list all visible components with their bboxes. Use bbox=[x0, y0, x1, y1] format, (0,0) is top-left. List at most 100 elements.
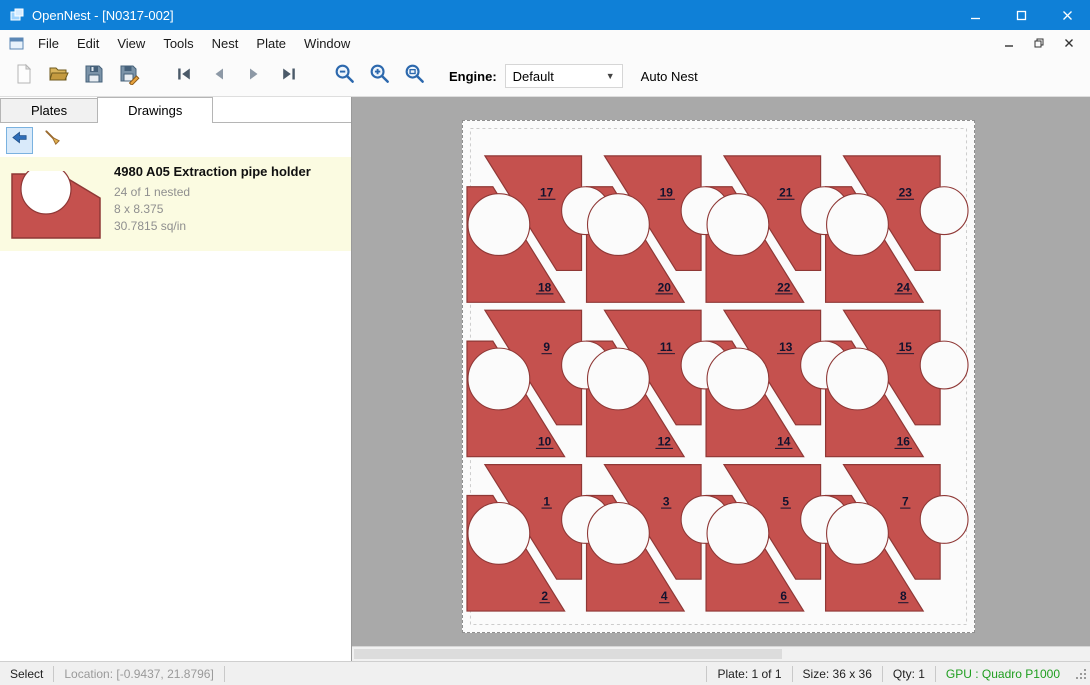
new-button[interactable] bbox=[8, 60, 40, 92]
part-number-label: 15 bbox=[899, 340, 913, 354]
tab-drawings[interactable]: Drawings bbox=[97, 97, 213, 123]
toolbar-separator bbox=[148, 60, 168, 92]
part-number-label: 23 bbox=[899, 186, 913, 200]
menu-item-tools[interactable]: Tools bbox=[154, 32, 202, 55]
zoom-in-button[interactable] bbox=[363, 60, 395, 92]
part-cradle-hole bbox=[707, 348, 769, 410]
first-plate-button[interactable] bbox=[168, 60, 200, 92]
open-icon bbox=[48, 63, 70, 90]
menubar: File Edit View Tools Nest Plate Window bbox=[0, 30, 1090, 56]
part-number-label: 20 bbox=[658, 280, 672, 294]
status-plate: Plate: 1 of 1 bbox=[707, 667, 791, 681]
menu-item-view[interactable]: View bbox=[108, 32, 154, 55]
menu-item-edit[interactable]: Edit bbox=[68, 32, 108, 55]
part-number-label: 10 bbox=[538, 435, 552, 449]
send-to-nest-icon bbox=[10, 128, 29, 152]
clean-button[interactable] bbox=[39, 127, 66, 154]
part-number-label: 11 bbox=[660, 340, 673, 354]
horizontal-scrollbar[interactable] bbox=[352, 646, 1090, 661]
plate[interactable]: 171819202122232491011121314151612345678 bbox=[462, 120, 975, 633]
open-button[interactable] bbox=[43, 60, 75, 92]
previous-plate-button[interactable] bbox=[203, 60, 235, 92]
part-cradle-hole bbox=[468, 348, 530, 410]
zoom-in-icon bbox=[368, 62, 391, 90]
status-mode: Select bbox=[0, 667, 53, 681]
drawing-list-item[interactable]: 4980 A05 Extraction pipe holder 24 of 1 … bbox=[0, 157, 351, 251]
tab-plates[interactable]: Plates bbox=[0, 98, 98, 122]
last-plate-button[interactable] bbox=[273, 60, 305, 92]
status-separator bbox=[224, 666, 225, 682]
save-button[interactable] bbox=[78, 60, 110, 92]
chevron-down-icon: ▼ bbox=[606, 71, 615, 81]
part-cradle-hole bbox=[920, 496, 968, 544]
new-icon bbox=[13, 63, 35, 90]
window-title: OpenNest - [N0317-002] bbox=[32, 8, 174, 23]
zoom-fit-button[interactable] bbox=[398, 60, 430, 92]
zoom-fit-icon bbox=[403, 62, 426, 90]
part-thumbnail bbox=[8, 162, 104, 242]
send-to-nest-button[interactable] bbox=[6, 127, 33, 154]
part-number-label: 4 bbox=[661, 589, 668, 603]
part-cradle-hole bbox=[827, 194, 889, 256]
mdi-minimize-button[interactable] bbox=[996, 33, 1022, 53]
part-number-label: 6 bbox=[780, 589, 787, 603]
status-gpu: GPU : Quadro P1000 bbox=[936, 667, 1070, 681]
part-number-label: 3 bbox=[663, 494, 670, 508]
window-controls bbox=[952, 0, 1090, 30]
status-qty: Qty: 1 bbox=[883, 667, 935, 681]
sidebar: Plates Drawings bbox=[0, 97, 352, 661]
maximize-button[interactable] bbox=[998, 0, 1044, 30]
drawings-toolbar bbox=[0, 123, 351, 157]
menu-item-plate[interactable]: Plate bbox=[247, 32, 295, 55]
save-as-button[interactable] bbox=[113, 60, 145, 92]
previous-icon bbox=[210, 65, 228, 88]
mdi-close-button[interactable] bbox=[1056, 33, 1082, 53]
part-cradle-hole bbox=[920, 341, 968, 389]
part-number-label: 16 bbox=[897, 435, 911, 449]
part-number-label: 21 bbox=[779, 186, 793, 200]
menu-item-window[interactable]: Window bbox=[295, 32, 359, 55]
mdi-restore-button[interactable] bbox=[1026, 33, 1052, 53]
part-number-label: 19 bbox=[660, 186, 674, 200]
part-number-label: 24 bbox=[897, 280, 911, 294]
part-number-label: 13 bbox=[779, 340, 793, 354]
menu-item-nest[interactable]: Nest bbox=[203, 32, 248, 55]
next-icon bbox=[245, 65, 263, 88]
engine-label: Engine: bbox=[449, 69, 497, 84]
save-icon bbox=[83, 63, 105, 90]
engine-select[interactable]: Default ▼ bbox=[505, 64, 623, 88]
status-size: Size: 36 x 36 bbox=[793, 667, 882, 681]
toolbar-separator bbox=[308, 60, 328, 92]
part-number-label: 5 bbox=[782, 494, 789, 508]
close-button[interactable] bbox=[1044, 0, 1090, 30]
part-number-label: 2 bbox=[541, 589, 548, 603]
part-cradle-hole bbox=[707, 503, 769, 565]
toolbar: Engine: Default ▼ Auto Nest bbox=[0, 56, 1090, 97]
part-number-label: 9 bbox=[543, 340, 550, 354]
drawing-item-text: 4980 A05 Extraction pipe holder 24 of 1 … bbox=[114, 162, 311, 235]
status-location: Location: [-0.9437, 21.8796] bbox=[54, 667, 223, 681]
nest-canvas[interactable]: 171819202122232491011121314151612345678 bbox=[352, 97, 1090, 661]
next-plate-button[interactable] bbox=[238, 60, 270, 92]
engine-value: Default bbox=[513, 69, 554, 84]
drawing-nested-count: 24 of 1 nested bbox=[114, 184, 311, 201]
menu-item-file[interactable]: File bbox=[29, 32, 68, 55]
auto-nest-button[interactable]: Auto Nest bbox=[641, 69, 698, 84]
part-number-label: 7 bbox=[902, 494, 909, 508]
part-cradle-hole bbox=[588, 503, 650, 565]
part-cradle-hole bbox=[588, 348, 650, 410]
drawing-title: 4980 A05 Extraction pipe holder bbox=[114, 164, 311, 179]
minimize-button[interactable] bbox=[952, 0, 998, 30]
titlebar: OpenNest - [N0317-002] bbox=[0, 0, 1090, 30]
part-number-label: 18 bbox=[538, 280, 552, 294]
part-cradle-hole bbox=[827, 348, 889, 410]
part-number-label: 12 bbox=[658, 435, 672, 449]
part-cradle-hole bbox=[707, 194, 769, 256]
main-area: Plates Drawings bbox=[0, 97, 1090, 661]
resize-grip-icon[interactable] bbox=[1072, 665, 1090, 683]
part-number-label: 1 bbox=[543, 494, 550, 508]
app-window: OpenNest - [N0317-002] File Edit View To… bbox=[0, 0, 1090, 685]
scrollbar-thumb[interactable] bbox=[354, 649, 782, 659]
zoom-out-button[interactable] bbox=[328, 60, 360, 92]
drawing-dimensions: 8 x 8.375 bbox=[114, 201, 311, 218]
